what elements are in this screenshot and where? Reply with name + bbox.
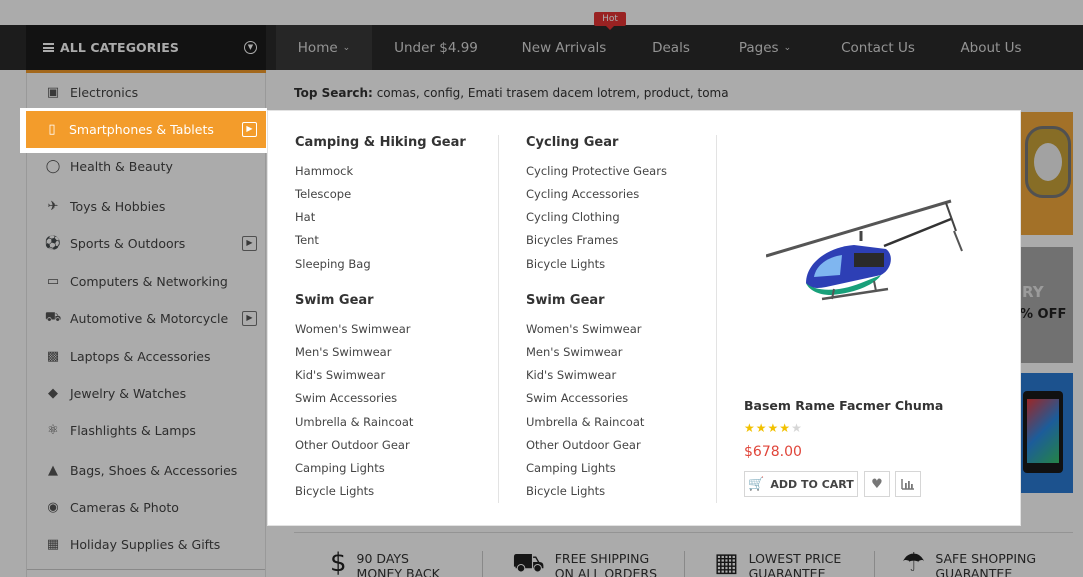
cart-icon: 🛒	[748, 476, 765, 492]
product-price: $678.00	[744, 444, 802, 460]
menu-link[interactable]: Other Outdoor Gear	[526, 438, 641, 452]
menu-group-title[interactable]: Camping & Hiking Gear	[295, 135, 466, 150]
star-full-icon: ★	[767, 421, 780, 435]
star-empty-icon: ★	[791, 421, 803, 435]
star-full-icon: ★	[744, 421, 756, 435]
add-to-cart-label: ADD TO CART	[770, 477, 854, 491]
bar-chart-icon	[901, 479, 914, 490]
menu-link[interactable]: Cycling Clothing	[526, 210, 620, 224]
smartphone-icon: ▯	[48, 122, 56, 137]
menu-link[interactable]: Hammock	[295, 164, 353, 178]
menu-link[interactable]: Bicycle Lights	[526, 257, 605, 271]
column-divider	[498, 135, 499, 503]
menu-link[interactable]: Camping Lights	[526, 461, 616, 475]
star-full-icon: ★	[755, 421, 768, 435]
product-name[interactable]: Basem Rame Facmer Chuma	[744, 398, 943, 413]
menu-link[interactable]: Umbrella & Raincoat	[295, 415, 413, 429]
menu-link[interactable]: Bicycles Frames	[526, 233, 618, 247]
menu-group-title[interactable]: Swim Gear	[526, 293, 605, 308]
menu-link[interactable]: Women's Swimwear	[526, 322, 641, 336]
mega-menu: Camping & Hiking Gear Hammock Telescope …	[267, 110, 1021, 526]
product-image-helicopter[interactable]	[766, 191, 966, 316]
menu-link[interactable]: Other Outdoor Gear	[295, 438, 410, 452]
menu-link[interactable]: Hat	[295, 210, 315, 224]
menu-group-title[interactable]: Swim Gear	[295, 293, 374, 308]
chevron-right-icon: ▶	[242, 122, 257, 137]
column-divider	[716, 135, 717, 503]
product-rating: ★★★★★	[744, 421, 803, 435]
wishlist-button[interactable]: ♥	[864, 471, 890, 497]
menu-link[interactable]: Sleeping Bag	[295, 257, 371, 271]
menu-link[interactable]: Women's Swimwear	[295, 322, 410, 336]
menu-link[interactable]: Camping Lights	[295, 461, 385, 475]
menu-link[interactable]: Men's Swimwear	[526, 345, 622, 359]
menu-link[interactable]: Tent	[295, 233, 319, 247]
sidebar-item-smartphones-tablets-active[interactable]: ▯ Smartphones & Tablets ▶	[26, 111, 266, 148]
menu-link[interactable]: Telescope	[295, 187, 351, 201]
sidebar-item-label: Smartphones & Tablets	[69, 122, 214, 137]
menu-link[interactable]: Swim Accessories	[526, 391, 628, 405]
menu-link[interactable]: Kid's Swimwear	[295, 368, 385, 382]
menu-link[interactable]: Cycling Protective Gears	[526, 164, 667, 178]
menu-link[interactable]: Bicycle Lights	[526, 484, 605, 498]
star-half-icon: ★	[779, 421, 792, 435]
menu-link[interactable]: Kid's Swimwear	[526, 368, 616, 382]
add-to-cart-button[interactable]: 🛒 ADD TO CART	[744, 471, 858, 497]
menu-link[interactable]: Men's Swimwear	[295, 345, 391, 359]
menu-link[interactable]: Cycling Accessories	[526, 187, 639, 201]
menu-group-title[interactable]: Cycling Gear	[526, 135, 618, 150]
compare-button[interactable]	[895, 471, 921, 497]
menu-link[interactable]: Umbrella & Raincoat	[526, 415, 644, 429]
menu-link[interactable]: Bicycle Lights	[295, 484, 374, 498]
heart-icon: ♥	[871, 476, 883, 492]
menu-link[interactable]: Swim Accessories	[295, 391, 397, 405]
